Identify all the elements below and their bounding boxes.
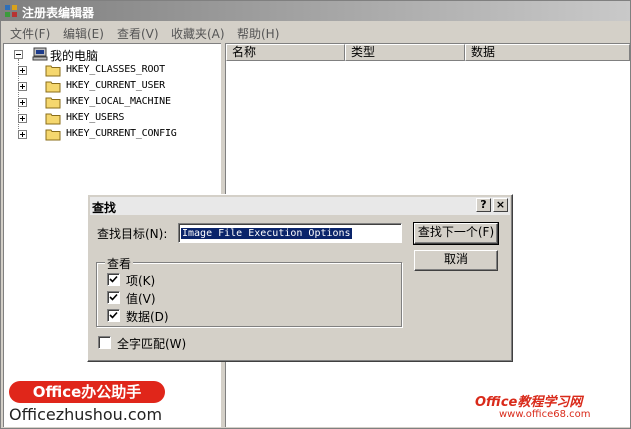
watermark-brand: Office教程学习网 [475,395,583,410]
expand-icon[interactable] [18,82,27,91]
title-bar[interactable]: 注册表编辑器 [1,1,630,21]
regedit-app-icon [5,5,17,17]
watermark-url: www.office68.com [499,409,591,420]
keys-label: 项(K) [126,274,156,288]
data-checkbox[interactable] [107,309,120,322]
menu-bar: 文件(F) 编辑(E) 查看(V) 收藏夹(A) 帮助(H) [1,22,630,42]
look-at-group: 查看 项(K) 值(V) 数据(D) [96,255,402,327]
tree-item-label: HKEY_USERS [66,112,125,123]
keys-checkbox[interactable] [107,273,120,286]
find-what-label: 查找目标(N): [97,227,168,241]
folder-icon [45,113,61,125]
expand-icon[interactable] [18,130,27,139]
checkmark-icon [109,293,118,301]
cancel-button[interactable]: 取消 [414,250,498,271]
look-at-label: 查看 [105,255,134,272]
watermark-site: Officezhushou.com [9,405,163,424]
expand-icon[interactable] [18,98,27,107]
menu-favorites[interactable]: 收藏夹(A) [171,25,225,42]
match-whole-label: 全字匹配(W) [117,337,187,351]
column-header-type[interactable]: 类型 [345,44,465,61]
find-dialog: 查找 ? × 查找目标(N): Image File Execution Opt… [87,194,513,362]
find-dialog-title: 查找 [92,201,117,215]
find-dialog-title-bar[interactable]: 查找 ? × [90,197,510,215]
tree-item-label: HKEY_CURRENT_CONFIG [66,128,177,139]
registry-editor-window: 注册表编辑器 文件(F) 编辑(E) 查看(V) 收藏夹(A) 帮助(H) 我的… [0,0,631,429]
tree-root-label: 我的电脑 [50,49,99,63]
computer-icon [32,47,48,61]
watermark-badge: Office办公助手 [9,381,165,403]
column-header-name[interactable]: 名称 [226,44,345,61]
match-whole-checkbox[interactable] [98,336,111,349]
close-button[interactable]: × [493,198,508,212]
tree-item-label: HKEY_CURRENT_USER [66,80,165,91]
data-label: 数据(D) [126,310,169,324]
find-what-value: Image File Execution Options [181,228,352,239]
values-checkbox[interactable] [107,291,120,304]
find-what-input[interactable]: Image File Execution Options [178,223,402,243]
window-title: 注册表编辑器 [22,6,95,20]
column-header-data[interactable]: 数据 [465,44,630,61]
help-button[interactable]: ? [476,198,491,212]
menu-file[interactable]: 文件(F) [10,25,50,42]
folder-icon [45,97,61,109]
tree-item-label: HKEY_LOCAL_MACHINE [66,96,171,107]
folder-icon [45,65,61,77]
list-header: 名称 类型 数据 [226,44,630,61]
find-next-button[interactable]: 查找下一个(F) [413,222,499,245]
folder-icon [45,129,61,141]
menu-view[interactable]: 查看(V) [117,25,159,42]
tree-item-label: HKEY_CLASSES_ROOT [66,64,165,75]
menu-help[interactable]: 帮助(H) [237,25,279,42]
menu-edit[interactable]: 编辑(E) [63,25,104,42]
checkmark-icon [109,275,118,283]
expand-icon[interactable] [18,114,27,123]
values-label: 值(V) [126,292,156,306]
expand-icon[interactable] [18,66,27,75]
checkmark-icon [109,311,118,319]
folder-icon [45,81,61,93]
collapse-icon[interactable] [14,50,23,59]
